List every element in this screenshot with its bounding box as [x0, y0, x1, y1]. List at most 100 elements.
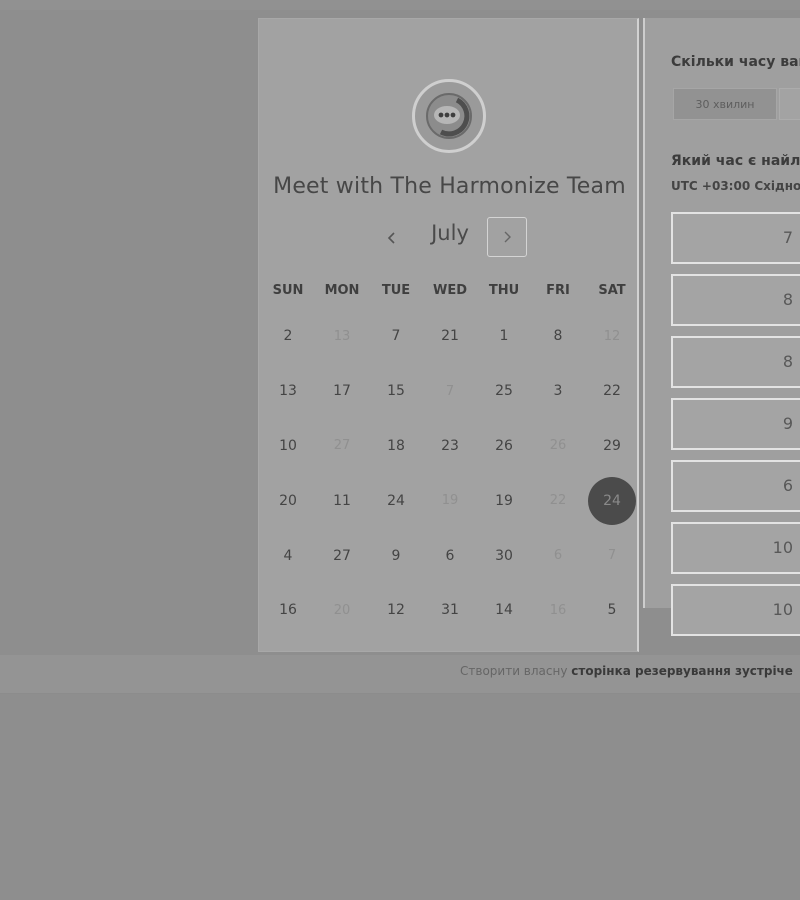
calendar-day[interactable]: 16: [261, 583, 315, 638]
duration-option-button[interactable]: 30 хвилин: [673, 88, 777, 120]
time-slot-list: 7 8 8 9 6 10 10: [671, 212, 800, 646]
day-number: 5: [607, 602, 617, 619]
time-slot-button[interactable]: 7: [671, 212, 800, 264]
calendar-day[interactable]: 9: [369, 528, 423, 583]
calendar-day: 20: [315, 583, 369, 638]
calendar-day[interactable]: 7: [369, 309, 423, 364]
weekday-label: WED: [432, 283, 467, 298]
day-number: 20: [333, 602, 351, 618]
day-number: 12: [387, 602, 405, 619]
previous-month-button[interactable]: [377, 223, 407, 253]
calendar-day: 7: [585, 528, 639, 583]
weekday-label: SAT: [598, 283, 626, 298]
day-number: 7: [607, 548, 617, 564]
calendar-day: 27: [315, 419, 369, 474]
timezone-label[interactable]: UTC +03:00 Східноє: [671, 179, 800, 193]
calendar-day: 26: [531, 419, 585, 474]
calendar-day[interactable]: 4: [261, 528, 315, 583]
calendar-day[interactable]: 5: [585, 583, 639, 638]
day-number: 7: [391, 328, 401, 345]
calendar-day[interactable]: 21: [423, 309, 477, 364]
calendar-day[interactable]: 20: [261, 473, 315, 528]
day-number: 13: [279, 383, 297, 400]
calendar-day[interactable]: 22: [585, 364, 639, 419]
day-number: 22: [549, 493, 567, 509]
calendar-day-selected[interactable]: 24: [585, 473, 639, 528]
calendar-day[interactable]: 1: [477, 309, 531, 364]
calendar-day[interactable]: 27: [315, 528, 369, 583]
calendar-day[interactable]: 15: [369, 364, 423, 419]
calendar-day: 22: [531, 473, 585, 528]
time-slot-label: 6: [782, 476, 793, 495]
day-number: 14: [495, 602, 513, 619]
chevron-right-icon: [504, 231, 511, 243]
day-number: 26: [495, 437, 513, 454]
calendar-day[interactable]: 31: [423, 583, 477, 638]
time-slot-button[interactable]: 10: [671, 522, 800, 574]
day-number: 31: [441, 602, 459, 619]
calendar-day[interactable]: 14: [477, 583, 531, 638]
day-number: 9: [391, 547, 401, 564]
day-number: 29: [603, 437, 621, 454]
calendar-day: 13: [315, 309, 369, 364]
day-number: 24: [387, 492, 405, 509]
calendar-day[interactable]: 13: [261, 364, 315, 419]
day-number: 26: [549, 438, 567, 454]
day-number: 10: [279, 437, 297, 454]
calendar-day: 16: [531, 583, 585, 638]
calendar-day[interactable]: 18: [369, 419, 423, 474]
weekday-label: THU: [488, 283, 520, 298]
day-number: 7: [445, 383, 455, 399]
calendar-day[interactable]: 19: [477, 473, 531, 528]
weekday-label: MON: [324, 283, 360, 298]
calendar-day[interactable]: 24: [369, 473, 423, 528]
next-month-button[interactable]: [487, 217, 527, 257]
calendar-day[interactable]: 12: [369, 583, 423, 638]
chevron-left-icon: [387, 232, 395, 244]
time-question: Який час є найлі: [671, 153, 800, 169]
footer-prefix: Створити власну: [460, 664, 572, 678]
calendar-day[interactable]: 11: [315, 473, 369, 528]
time-slot-button[interactable]: 10: [671, 584, 800, 636]
calendar-day[interactable]: 6: [423, 528, 477, 583]
footer-text: Створити власну сторінка резервування зу…: [460, 664, 793, 678]
day-number: 18: [387, 437, 405, 454]
calendar-weeks: 2 13 7 21 1 8 12 13 17 15 7 25 3 22 10 27 18 23 26 26 29 20 11…: [261, 309, 639, 638]
day-number: 17: [333, 383, 351, 400]
day-number: 20: [279, 492, 297, 509]
options-panel: Скільки часу вам 30 хвилин Який час є на…: [643, 18, 800, 636]
calendar-day[interactable]: 10: [261, 419, 315, 474]
time-slot-button[interactable]: 8: [671, 274, 800, 326]
day-number: 8: [553, 328, 563, 345]
calendar-day[interactable]: 30: [477, 528, 531, 583]
footer-link[interactable]: сторінка резервування зустріче: [571, 664, 793, 678]
day-number: 12: [603, 328, 621, 344]
calendar-day[interactable]: 26: [477, 419, 531, 474]
chat-bubble-logo-icon: [426, 93, 472, 139]
day-number: 22: [603, 383, 621, 400]
duration-question: Скільки часу вам: [671, 54, 800, 70]
top-band: [0, 0, 800, 10]
calendar-day[interactable]: 23: [423, 419, 477, 474]
day-number: 6: [553, 548, 563, 564]
calendar-day[interactable]: 8: [531, 309, 585, 364]
day-number: 25: [495, 383, 513, 400]
time-slot-button[interactable]: 9: [671, 398, 800, 450]
duration-option-button-2[interactable]: [779, 88, 800, 120]
calendar-day[interactable]: 3: [531, 364, 585, 419]
month-label: July: [431, 221, 469, 245]
day-number: 3: [553, 383, 563, 400]
day-number: 1: [499, 328, 509, 345]
calendar-day[interactable]: 25: [477, 364, 531, 419]
weekday-label: FRI: [546, 283, 570, 298]
day-number: 15: [387, 383, 405, 400]
page: Meet with The Harmonize Team July SUN MON…: [0, 0, 800, 900]
calendar-week-row: 16 20 12 31 14 16 5: [261, 583, 639, 638]
day-number: 16: [549, 602, 567, 618]
calendar-day[interactable]: 29: [585, 419, 639, 474]
time-slot-button[interactable]: 8: [671, 336, 800, 388]
calendar-day[interactable]: 17: [315, 364, 369, 419]
calendar-day[interactable]: 2: [261, 309, 315, 364]
month-navigation: July: [259, 217, 640, 259]
time-slot-button[interactable]: 6: [671, 460, 800, 512]
